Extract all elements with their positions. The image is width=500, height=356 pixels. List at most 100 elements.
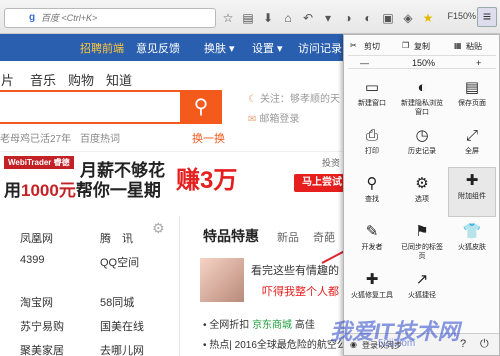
menu-private-window[interactable]: ◐ 新建隐私浏览窗口 — [398, 75, 446, 125]
nav-skin[interactable]: 换肤 ▾ — [204, 40, 235, 56]
banner-line2-post: 帮你一星期 — [75, 181, 161, 200]
private-mask-icon: ◐ — [417, 79, 427, 96]
site-link[interactable]: QQ空间 — [100, 254, 139, 270]
site-link[interactable]: 去哪儿网 — [100, 342, 144, 356]
category-zhidao[interactable]: 知道 — [106, 70, 132, 89]
menu-print[interactable]: ⎙ 打印 — [348, 123, 396, 173]
search-categories: 图片 音乐 购物 知道 — [0, 66, 350, 88]
weather-text: 关注：够孝顺的天 — [259, 94, 340, 105]
extension-icon[interactable]: ▣ — [380, 10, 396, 26]
menu-history[interactable]: ◷ 历史记录 — [398, 123, 446, 173]
history-clock-icon: ◷ — [415, 127, 429, 144]
sites-settings-gear-icon[interactable]: ⚙ — [152, 220, 165, 237]
search-input[interactable] — [41, 11, 211, 25]
menu-developer[interactable]: ✎ 开发者 — [348, 219, 396, 269]
mail-login-link[interactable]: ✉ 邮箱登录 — [248, 110, 299, 125]
hot-search-a[interactable]: 老母鸡已活27年 — [0, 130, 71, 145]
hamburger-menu-button[interactable]: ≡ — [477, 7, 497, 27]
category-shopping[interactable]: 购物 — [68, 70, 94, 89]
paste-icon[interactable]: ▦ — [454, 41, 462, 50]
zoom-out-button[interactable]: — — [360, 58, 369, 68]
cut-button[interactable]: 剪切 — [364, 41, 380, 52]
menu-synced-tabs[interactable]: ⚑ 已同步的标签页 — [398, 219, 446, 269]
site-link[interactable]: 58同城 — [100, 294, 134, 310]
browser-menu-panel: ✂ 剪切 ❐ 复制 ▦ 粘贴 — 150% + ▭ 新建窗口 ◐ 新建隐私浏览窗口 … — [343, 34, 500, 356]
banner-line2: 用1000元帮你一星期 — [4, 176, 161, 201]
browser-toolbar: g ☆ ▤ ⬇ ⌂ ↶ ▾ ◑ ◐ ▣ ◈ ★ F150% ≡ — [0, 0, 500, 34]
zoom-value[interactable]: 150% — [412, 58, 435, 68]
star-icon[interactable]: ☆ — [220, 10, 236, 26]
menu-item-label: 火狐修复工具 — [351, 292, 393, 299]
banner-side-text: 投资 — [322, 158, 341, 168]
home-icon[interactable]: ⌂ — [280, 10, 296, 26]
zoom-level[interactable]: F150% — [447, 11, 476, 21]
site-link[interactable]: 4399 — [20, 254, 44, 266]
menu-item-label: 附加组件 — [458, 193, 486, 200]
search-button[interactable]: ⚲ — [180, 90, 222, 124]
banner-headline: 赚3万 — [176, 167, 238, 194]
reading-list-icon[interactable]: ▤ — [240, 10, 256, 26]
menu-themes[interactable]: 👕 火狐皮肤 — [448, 219, 496, 269]
save-page-icon: ▤ — [464, 79, 480, 96]
site-link[interactable]: 凤凰网 — [20, 230, 53, 246]
mail-text: 邮箱登录 — [259, 114, 300, 125]
ad-banner[interactable]: WebiTrader 睿德 月薪不够花 用1000元帮你一星期 赚3万 投资 马… — [0, 151, 350, 201]
cut-icon[interactable]: ✂ — [350, 41, 357, 50]
main-search-box[interactable] — [0, 90, 182, 124]
menu-item-label: 打印 — [365, 148, 379, 155]
copy-button[interactable]: 复制 — [414, 41, 430, 52]
power-icon[interactable]: ⏻ — [480, 338, 489, 351]
menu-shortcuts[interactable]: ↗ 火狐捷径 — [398, 267, 446, 317]
site-link[interactable]: 聚美家居 — [20, 342, 64, 356]
news1-post: 高佳 — [294, 320, 315, 331]
search-bar[interactable]: g — [4, 8, 216, 28]
paste-button[interactable]: 粘贴 — [466, 41, 482, 52]
nav-history[interactable]: 访问记录 — [298, 40, 342, 56]
copy-icon[interactable]: ❐ — [402, 41, 409, 50]
weather-link[interactable]: ☾ 关注：够孝顺的天 — [248, 90, 340, 105]
download-icon[interactable]: ⬇ — [260, 10, 276, 26]
menu-options[interactable]: ⚙ 选项 — [398, 171, 446, 221]
weather-icon: ☾ — [248, 94, 257, 105]
menu-fullscreen[interactable]: ⤢ 全屏 — [448, 123, 496, 173]
tab-new[interactable]: 新品 — [277, 229, 299, 245]
tab-odd[interactable]: 奇葩 — [313, 229, 335, 245]
hot-search-b[interactable]: 百度热词 — [80, 130, 120, 145]
banner-cta-button[interactable]: 马上尝试 — [294, 174, 350, 192]
menu-item-label: 全屏 — [465, 148, 479, 155]
help-icon[interactable]: ? — [460, 338, 466, 350]
nav-settings[interactable]: 设置 ▾ — [252, 40, 283, 56]
site-link[interactable]: 腾 讯 — [100, 230, 133, 246]
dropdown-icon[interactable]: ▾ — [320, 10, 336, 26]
menu-find[interactable]: ⚲ 查找 — [348, 171, 396, 221]
nav-recruit[interactable]: 招聘前端 — [80, 40, 124, 56]
refresh-link[interactable]: 换一换 — [192, 130, 225, 146]
nav-feedback[interactable]: 意见反馈 — [136, 40, 180, 56]
site-nav-bar: 招聘前端 意见反馈 换肤 ▾ 设置 ▾ 访问记录 — [0, 34, 350, 61]
special-thumbnail[interactable] — [200, 258, 244, 302]
site-link[interactable]: 国美在线 — [100, 318, 144, 334]
pocket-icon[interactable]: ◐ — [360, 10, 376, 26]
repair-kit-icon: ✚ — [365, 271, 379, 288]
news-line-1[interactable]: • 全网折扣 京东商城 高佳 — [203, 316, 315, 331]
site-link[interactable]: 淘宝网 — [20, 294, 53, 310]
category-images[interactable]: 图片 — [0, 70, 14, 89]
undo-icon[interactable]: ↶ — [300, 10, 316, 26]
menu-repair-tool[interactable]: ✚ 火狐修复工具 — [348, 267, 396, 317]
menu-save-page[interactable]: ▤ 保存页面 — [448, 75, 496, 125]
search-engine-icon[interactable]: g — [29, 12, 35, 23]
news1-green: 京东商城 — [252, 320, 293, 331]
special-text-1[interactable]: 看完这些有情趣的 — [251, 262, 339, 278]
category-music[interactable]: 音乐 — [30, 70, 56, 89]
addon-icon[interactable]: ◈ — [400, 10, 416, 26]
menu-new-window[interactable]: ▭ 新建窗口 — [348, 75, 396, 125]
banner-line2-red: 1000元 — [21, 181, 76, 200]
site-link[interactable]: 苏宁易购 — [20, 318, 64, 334]
menu-item-label: 已同步的标签页 — [401, 244, 443, 260]
menu-addons[interactable]: ✚ 附加组件 — [448, 167, 496, 217]
star-badge-icon[interactable]: ★ — [420, 10, 436, 26]
special-text-2[interactable]: 吓得我整个人都 — [262, 283, 339, 299]
zoom-in-button[interactable]: + — [476, 58, 481, 68]
menu-item-label: 选项 — [415, 196, 429, 203]
chat-icon[interactable]: ◑ — [340, 10, 356, 26]
